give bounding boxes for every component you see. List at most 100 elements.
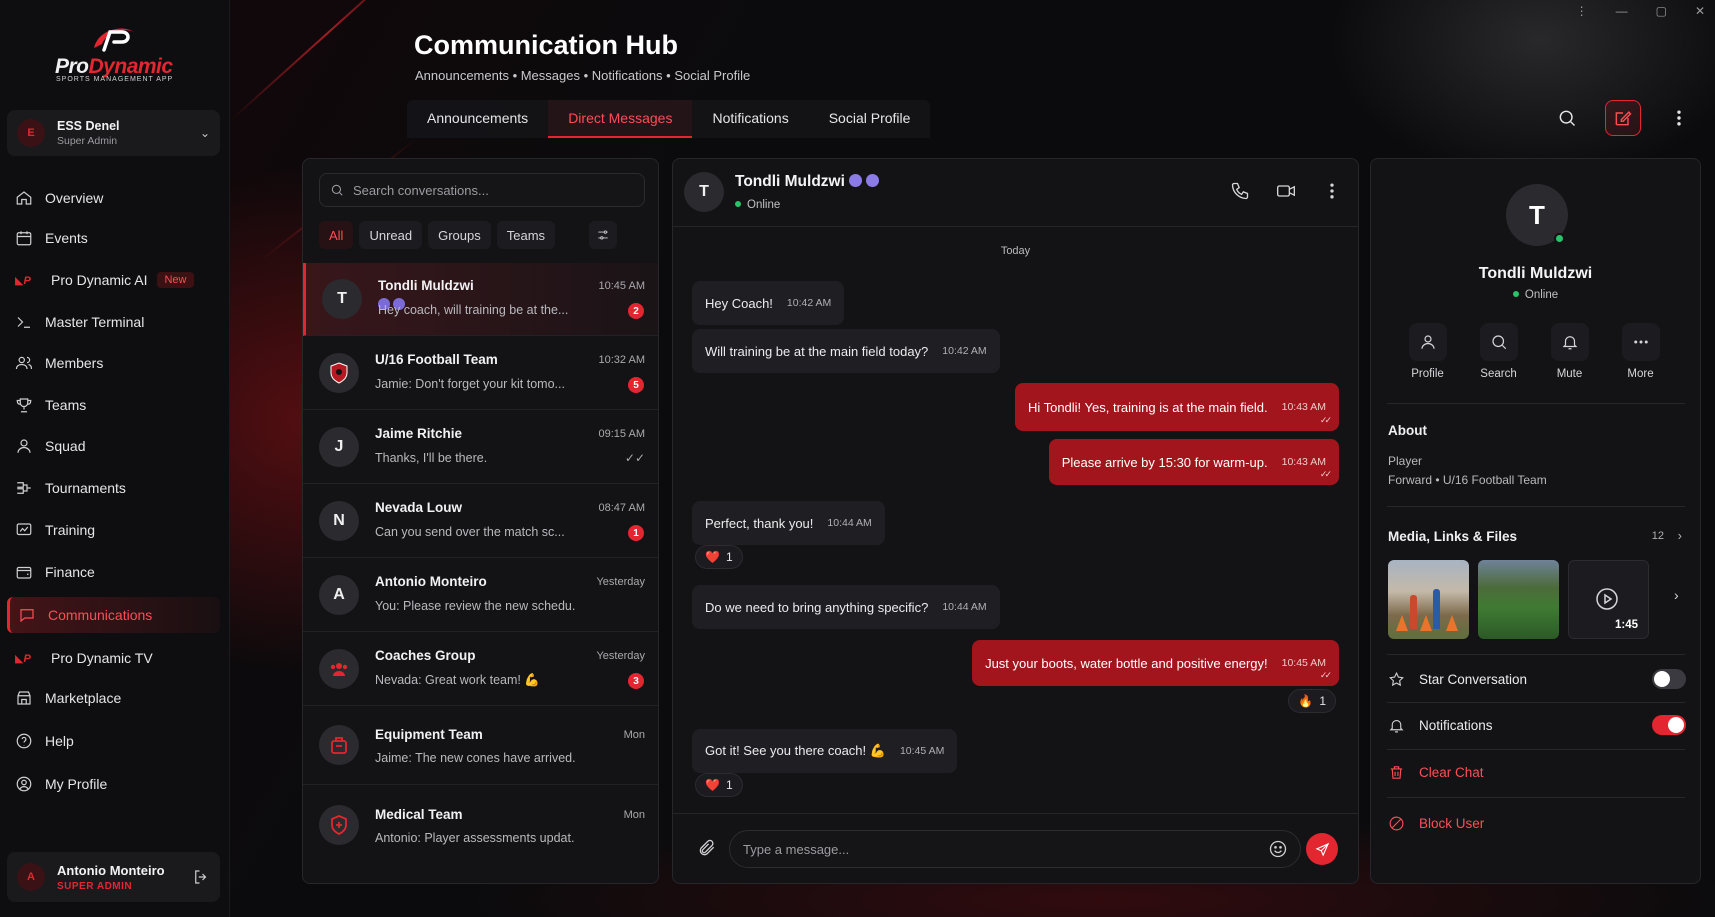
paperclip-icon[interactable] <box>697 838 717 858</box>
sidebar-item-events[interactable]: Events <box>7 220 220 256</box>
filter-settings-button[interactable] <box>589 221 617 249</box>
message-time: 10:44 AM <box>827 517 872 529</box>
sidebar-item-teams[interactable]: Teams <box>7 387 220 423</box>
message-outgoing[interactable]: Please arrive by 15:30 for warm-up. 10:4… <box>1048 439 1339 485</box>
tab-announcements[interactable]: Announcements <box>407 100 548 138</box>
filter-all[interactable]: All <box>319 221 354 249</box>
divider <box>1387 797 1685 798</box>
store-icon <box>17 691 31 705</box>
profile-action-search[interactable]: Search <box>1478 323 1519 380</box>
block-user-button[interactable]: Block User <box>1388 803 1686 843</box>
sidebar-item-overview[interactable]: Overview <box>7 180 220 216</box>
action-label: Mute <box>1556 368 1583 380</box>
video-thumbnail[interactable]: 1:45 <box>1568 560 1649 639</box>
sidebar-item-master-terminal[interactable]: Master Terminal <box>7 304 220 340</box>
filter-groups[interactable]: Groups <box>428 221 491 249</box>
sidebar-item-marketplace[interactable]: Marketplace <box>7 680 220 716</box>
sidebar-item-help[interactable]: Help <box>7 723 220 759</box>
notifications-toggle[interactable] <box>1652 715 1686 735</box>
online-indicator <box>1512 291 1519 297</box>
maximize-icon[interactable]: ▢ <box>1656 4 1667 18</box>
clear-chat-button[interactable]: Clear Chat <box>1388 752 1686 792</box>
close-icon[interactable]: ✕ <box>1695 4 1705 18</box>
search-conversations-field[interactable]: Search conversations... <box>319 173 645 207</box>
conversation-item[interactable]: J Jaime Ritchie Thanks, I'll be there. 0… <box>303 411 658 484</box>
conversation-item[interactable]: Equipment Team Jaime: The new cones have… <box>303 707 658 785</box>
message-outgoing[interactable]: Just your boots, water bottle and positi… <box>972 640 1339 686</box>
logout-icon[interactable] <box>192 868 210 886</box>
filter-unread[interactable]: Unread <box>359 221 423 249</box>
sidebar-item-my-profile[interactable]: My Profile <box>7 766 220 802</box>
message-reaction[interactable]: ❤️ 1 <box>695 545 743 569</box>
message-reaction[interactable]: 🔥 1 <box>1288 689 1336 713</box>
message-input[interactable] <box>729 830 1301 868</box>
star-conversation-row[interactable]: Star Conversation <box>1388 659 1686 699</box>
avatar: T <box>684 172 724 212</box>
filter-teams[interactable]: Teams <box>496 221 556 249</box>
profile-action-profile[interactable]: Profile <box>1407 323 1448 380</box>
conversation-item[interactable]: T Tondli Muldzwi Hey coach, will trainin… <box>303 263 658 336</box>
profile-action-mute[interactable]: Mute <box>1549 323 1590 380</box>
conversation-name: Antonio Monteiro <box>375 574 487 589</box>
sidebar-item-finance[interactable]: Finance <box>7 554 220 590</box>
sliders-icon <box>598 230 608 240</box>
sidebar-item-tournaments[interactable]: Tournaments <box>7 470 220 506</box>
tab-direct-messages[interactable]: Direct Messages <box>548 100 693 138</box>
message-outgoing[interactable]: Hi Tondli! Yes, training is at the main … <box>1014 383 1339 431</box>
wallet-icon <box>16 566 32 579</box>
message-text: Hey Coach! <box>705 295 773 311</box>
window-menu-icon[interactable]: ⋮ <box>1576 4 1588 18</box>
sidebar-item-label: Training <box>45 522 96 538</box>
conversation-list-panel: Search conversations... All Unread Group… <box>302 158 659 884</box>
conversation-item[interactable]: Coaches Group Nevada: Great work team! 💪… <box>303 633 658 706</box>
current-user-card[interactable]: A Antonio Monteiro SUPER ADMIN <box>7 852 220 902</box>
message-incoming[interactable]: Will training be at the main field today… <box>692 329 1000 373</box>
sidebar-item-pro-dynamic-tv[interactable]: ◣P Pro Dynamic TV <box>7 640 220 676</box>
chat-contact-name[interactable]: Tondli Muldzwi <box>735 173 879 191</box>
tab-notifications[interactable]: Notifications <box>692 100 808 138</box>
sidebar-item-pro-dynamic-ai[interactable]: ◣P Pro Dynamic AI New <box>7 262 220 298</box>
notifications-row[interactable]: Notifications <box>1388 705 1686 745</box>
emoji-icon[interactable] <box>1268 839 1288 859</box>
star-conversation-toggle[interactable] <box>1652 669 1686 689</box>
chevron-right-icon[interactable]: › <box>1674 587 1679 603</box>
sidebar-item-squad[interactable]: Squad <box>7 428 220 464</box>
message-incoming[interactable]: Hey Coach! 10:42 AM <box>692 281 845 325</box>
search-button[interactable] <box>1549 100 1585 136</box>
conversation-item[interactable]: A Antonio Monteiro You: Please review th… <box>303 559 658 632</box>
phone-icon[interactable] <box>1230 181 1250 201</box>
sidebar-item-members[interactable]: Members <box>7 345 220 381</box>
video-call-icon[interactable] <box>1276 181 1296 201</box>
message-incoming[interactable]: Do we need to bring anything specific? 1… <box>692 585 1000 629</box>
minimize-icon[interactable]: — <box>1616 4 1628 18</box>
more-vertical-icon[interactable] <box>1322 181 1342 201</box>
day-divider: Today <box>1000 245 1031 257</box>
message-incoming[interactable]: Got it! See you there coach! 💪 10:45 AM <box>692 729 958 773</box>
more-options-button[interactable] <box>1661 100 1697 136</box>
conversation-item[interactable]: N Nevada Louw Can you send over the matc… <box>303 485 658 558</box>
conversation-item[interactable]: U/16 Football Team Jamie: Don't forget y… <box>303 337 658 410</box>
video-duration: 1:45 <box>1614 619 1638 631</box>
profile-action-more[interactable]: More <box>1620 323 1661 380</box>
message-text: Got it! See you there coach! 💪 <box>705 743 886 758</box>
account-switcher[interactable]: E ESS Denel Super Admin ⌄ <box>7 110 220 156</box>
message-incoming[interactable]: Perfect, thank you! 10:44 AM <box>692 501 885 545</box>
chevron-right-icon[interactable]: › <box>1678 528 1682 543</box>
brand-tagline: SPORTS MANAGEMENT APP <box>56 76 174 83</box>
message-text: Please arrive by 15:30 for warm-up. <box>1061 454 1268 470</box>
calendar-icon <box>16 231 32 246</box>
media-thumbnail[interactable] <box>1388 560 1469 639</box>
message-reaction[interactable]: ❤️ 1 <box>695 773 743 797</box>
thumbnail-cone <box>1396 615 1408 631</box>
window-controls: ⋮ — ▢ ✕ <box>1576 4 1705 18</box>
message-time: 10:45 AM <box>899 745 945 757</box>
sidebar-item-training[interactable]: Training <box>7 512 220 548</box>
media-thumbnail[interactable] <box>1478 560 1559 639</box>
sidebar-item-communications[interactable]: Communications <box>7 597 220 633</box>
sidebar-item-label: Master Terminal <box>45 314 145 330</box>
divider <box>1387 403 1685 404</box>
conversation-item[interactable]: Medical Team Antonio: Player assessments… <box>303 785 658 863</box>
send-button[interactable] <box>1306 833 1338 865</box>
compose-button[interactable] <box>1605 100 1641 136</box>
tab-social-profile[interactable]: Social Profile <box>809 100 931 138</box>
